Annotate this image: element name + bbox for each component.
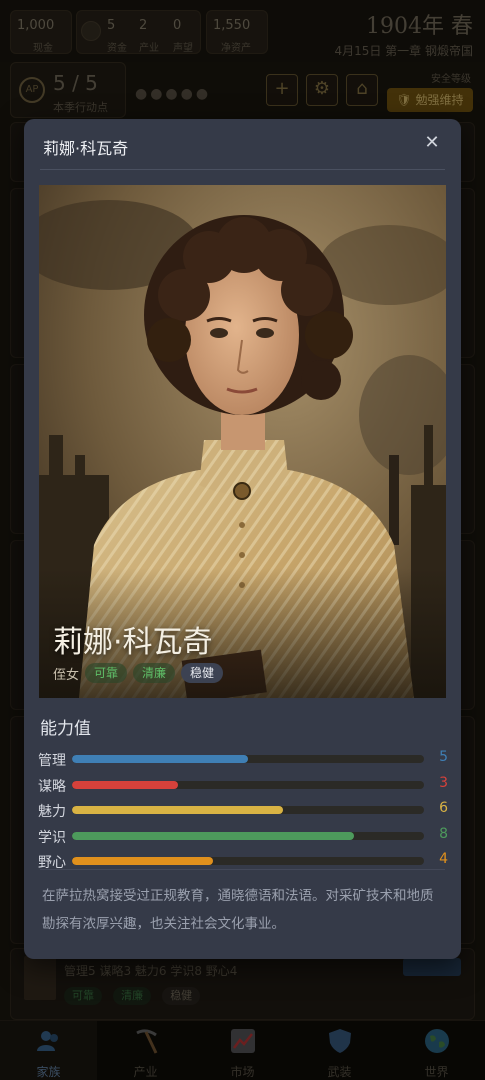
stat-bar [72, 780, 424, 789]
character-description: 在萨拉热窝接受过正规教育，通晓德语和法语。对采矿技术和地质勘探有浓厚兴趣，也关注… [42, 888, 434, 932]
character-name: 莉娜·科瓦奇 [53, 625, 213, 660]
trait-tag: 清廉 [133, 663, 176, 683]
stat-bar-fill [72, 755, 248, 763]
stat-label: 学识 [38, 829, 66, 846]
stat-value: 6 [439, 800, 448, 816]
stat-bar-fill [72, 806, 284, 814]
trait-tag: 可靠 [85, 663, 128, 683]
ability-stats: 管理 5 谋略 3 魅力 6 学识 8 野心 4 [38, 747, 448, 875]
stat-bar [72, 857, 424, 865]
divider [40, 869, 445, 870]
stat-bar [72, 806, 424, 814]
stat-value: 5 [439, 749, 448, 765]
stat-row-charisma: 魅力 6 [38, 798, 448, 824]
character-portrait: 莉娜·科瓦奇 侄女 可靠 清廉 稳健 [39, 185, 446, 698]
stat-bar-fill [72, 831, 354, 840]
abilities-heading: 能力值 [40, 719, 91, 739]
stat-bar [72, 755, 424, 763]
stat-label: 谋略 [38, 778, 66, 795]
stat-row-ambition: 野心 4 [38, 849, 448, 875]
stat-bar-fill [72, 780, 178, 789]
stat-value: 8 [439, 825, 448, 842]
stat-bar-fill [72, 857, 213, 865]
stat-bar [72, 831, 424, 840]
stat-label: 魅力 [38, 804, 66, 820]
character-tags: 侄女 可靠 清廉 稳健 [53, 663, 229, 683]
trait-tag: 稳健 [181, 663, 224, 683]
relation-label: 侄女 [53, 667, 80, 683]
stat-row-admin: 管理 5 [38, 747, 448, 773]
stat-value: 3 [439, 774, 448, 791]
character-detail-modal: 莉娜·科瓦奇 ✕ 莉娜·科瓦奇 侄女 可靠 清廉 稳健 能力值 管理 5 谋略 … [24, 119, 461, 959]
modal-title: 莉娜·科瓦奇 [43, 139, 129, 158]
divider [40, 169, 445, 170]
stat-value: 4 [439, 851, 448, 867]
stat-row-intrigue: 谋略 3 [38, 773, 448, 799]
close-icon[interactable]: ✕ [421, 132, 443, 154]
stat-label: 管理 [38, 753, 66, 769]
stat-row-learning: 学识 8 [38, 824, 448, 850]
